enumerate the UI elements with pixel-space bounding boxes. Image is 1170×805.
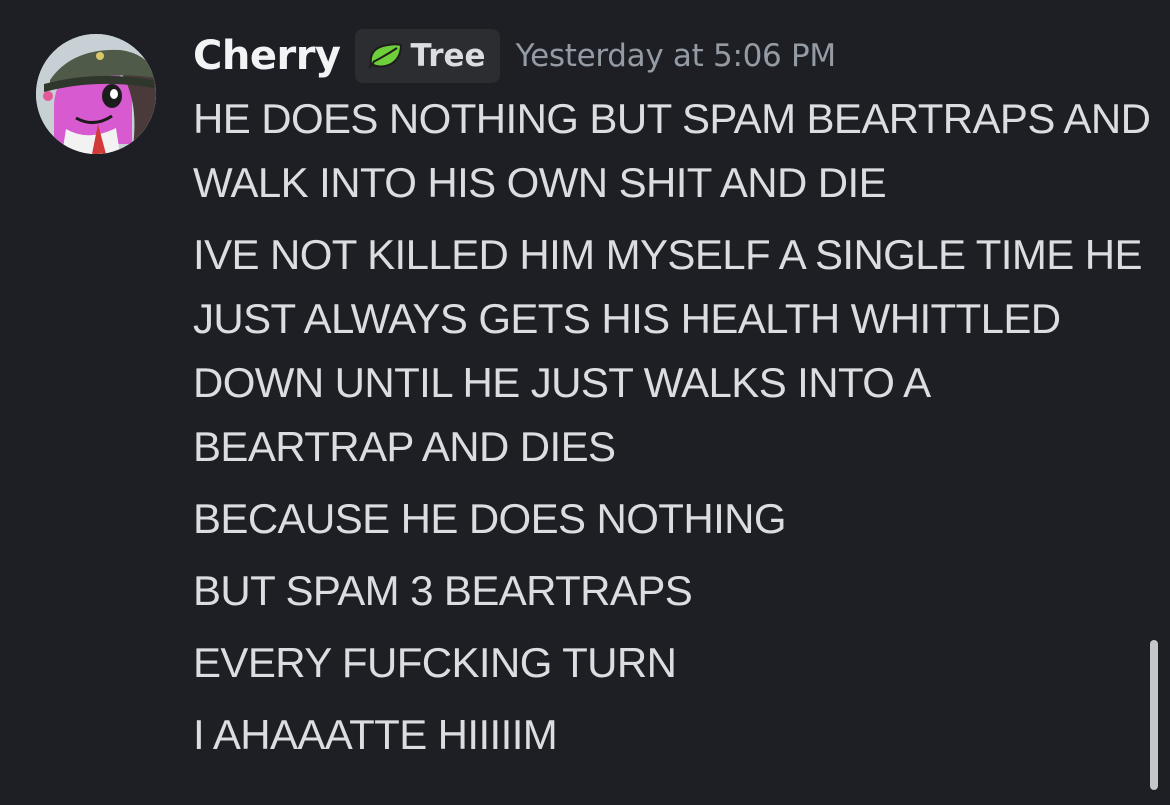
message-line: EVERY FUFCKING TURN bbox=[193, 639, 677, 686]
scrollbar[interactable] bbox=[1150, 640, 1160, 790]
message-line: BECAUSE HE DOES NOTHING bbox=[193, 495, 787, 542]
message-group: Cherry Tree Yesterday at 5:06 PM HE DOES… bbox=[0, 0, 1170, 805]
role-tag[interactable]: Tree bbox=[354, 29, 500, 83]
message-list: HE DOES NOTHING BUT SPAM BEARTRAPS AND W… bbox=[193, 87, 1153, 775]
scrollbar-thumb[interactable] bbox=[1150, 640, 1158, 790]
username[interactable]: Cherry bbox=[193, 33, 341, 79]
timestamp[interactable]: Yesterday at 5:06 PM bbox=[516, 38, 837, 74]
leaf-icon bbox=[367, 43, 402, 69]
message-header: Cherry Tree Yesterday at 5:06 PM bbox=[193, 26, 836, 86]
avatar[interactable] bbox=[36, 34, 156, 154]
message-line: HE DOES NOTHING BUT SPAM BEARTRAPS AND W… bbox=[193, 95, 1162, 206]
avatar-image bbox=[36, 34, 156, 154]
message-line: IVE NOT KILLED HIM MYSELF A SINGLE TIME … bbox=[193, 231, 1153, 470]
role-name: Tree bbox=[410, 38, 486, 74]
message-line: I AHAAATTE HIIIIIM bbox=[193, 711, 558, 758]
message-line: BUT SPAM 3 BEARTRAPS bbox=[193, 567, 693, 614]
